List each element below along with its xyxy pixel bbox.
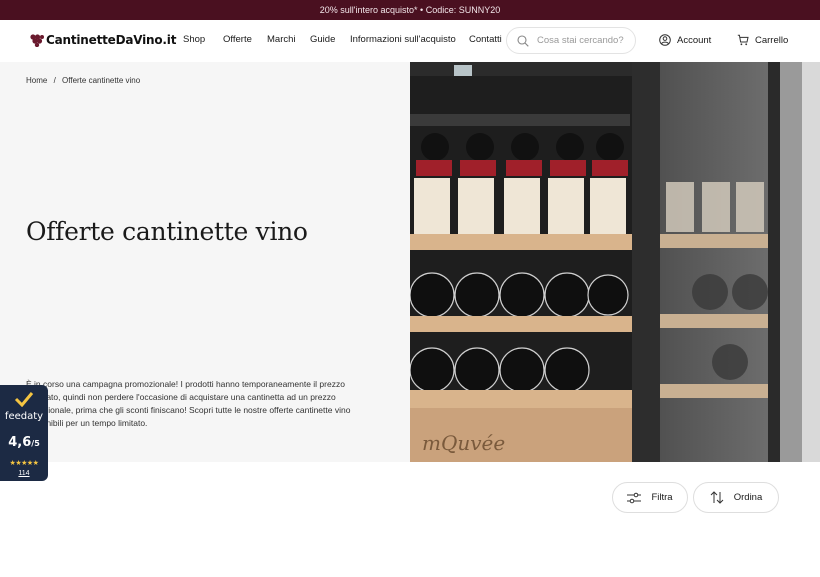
breadcrumb-separator: / <box>53 76 56 85</box>
nav-item-marchi[interactable]: Marchi <box>267 34 296 45</box>
feedaty-name: feedaty <box>4 411 44 422</box>
search-input[interactable] <box>537 35 633 46</box>
account-link[interactable]: Account <box>659 34 711 46</box>
cart-icon <box>737 34 749 46</box>
wine-cooler-illustration: mQuvée <box>410 62 820 462</box>
feedaty-score: 4,6/5 <box>0 435 48 450</box>
feedaty-score-scale: /5 <box>31 439 40 448</box>
nav-item-informazioni[interactable]: Informazioni sull'acquisto <box>350 34 456 45</box>
feedaty-badge[interactable]: feedaty 4,6/5 ★★★★★ 114 <box>0 385 48 481</box>
breadcrumb-home[interactable]: Home <box>26 76 47 85</box>
nav-item-offerte[interactable]: Offerte <box>223 34 252 45</box>
nav-item-shop[interactable]: Shop <box>183 34 205 45</box>
breadcrumb-current: Offerte cantinette vino <box>62 76 141 85</box>
site-header: CantinetteDaVino.it Shop Offerte Marchi … <box>0 20 820 62</box>
nav-item-guide[interactable]: Guide <box>310 34 335 45</box>
logo-text: CantinetteDaVino.it <box>46 33 177 47</box>
page-title: Offerte cantinette vino <box>26 217 308 246</box>
sliders-icon <box>627 492 642 503</box>
grape-icon <box>30 33 44 47</box>
page-description: È in corso una campagna promozionale! I … <box>26 379 351 428</box>
filter-button[interactable]: Filtra <box>612 482 688 513</box>
user-icon <box>659 34 671 46</box>
cart-link[interactable]: Carrello <box>737 34 788 46</box>
feedaty-stars: ★★★★★ <box>9 460 39 467</box>
hero-text-panel: Home / Offerte cantinette vino Offerte c… <box>0 62 410 462</box>
brand-on-image: mQuvée <box>422 431 505 455</box>
cart-label: Carrello <box>755 34 789 46</box>
hero-image: mQuvée <box>410 62 820 462</box>
filter-label: Filtra <box>651 492 673 503</box>
sort-button[interactable]: Ordina <box>693 482 779 513</box>
nav-item-contatti[interactable]: Contatti <box>469 34 502 45</box>
sort-label: Ordina <box>733 492 763 503</box>
feedaty-review-count: 114 <box>18 470 30 477</box>
promo-bar: 20% sull'intero acquisto* • Codice: SUNN… <box>0 0 820 20</box>
sort-arrows-icon <box>710 491 724 504</box>
breadcrumb: Home / Offerte cantinette vino <box>26 76 140 85</box>
feedaty-score-value: 4,6 <box>8 435 32 450</box>
promo-text: 20% sull'intero acquisto* • Codice: SUNN… <box>319 5 501 15</box>
search-box[interactable] <box>506 27 636 54</box>
logo[interactable]: CantinetteDaVino.it <box>30 33 176 47</box>
search-icon <box>517 34 529 47</box>
account-label: Account <box>677 34 712 46</box>
checkmark-icon <box>14 392 34 407</box>
